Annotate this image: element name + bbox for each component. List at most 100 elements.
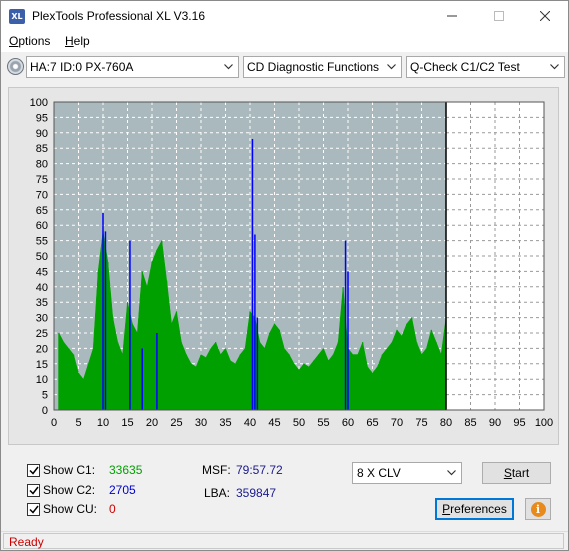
menu-options-label: ptions xyxy=(18,34,51,48)
y-tick-label: 55 xyxy=(36,236,48,248)
status-bar: Ready xyxy=(1,531,568,550)
c2-count: 2705 xyxy=(109,483,136,497)
y-tick-label: 40 xyxy=(36,282,48,294)
y-tick-label: 65 xyxy=(36,205,48,217)
y-tick-label: 50 xyxy=(36,251,48,263)
show-c2-checkbox[interactable]: Show C2: xyxy=(27,482,95,498)
y-tick-label: 15 xyxy=(36,359,48,371)
x-tick-label: 65 xyxy=(366,417,378,429)
minimize-button[interactable] xyxy=(429,1,475,31)
y-tick-label: 10 xyxy=(36,374,48,386)
x-tick-label: 40 xyxy=(244,417,256,429)
x-tick-label: 50 xyxy=(293,417,305,429)
x-tick-label: 30 xyxy=(195,417,207,429)
cu-count: 0 xyxy=(109,502,116,516)
title-bar: XL PlexTools Professional XL V3.16 xyxy=(1,1,568,31)
x-tick-label: 55 xyxy=(317,417,329,429)
x-tick-label: 0 xyxy=(51,417,57,429)
y-tick-label: 80 xyxy=(36,159,48,171)
y-tick-label: 75 xyxy=(36,174,48,186)
chevron-down-icon xyxy=(384,57,398,77)
y-tick-label: 90 xyxy=(36,128,48,140)
show-c2-label: Show C2: xyxy=(43,483,96,497)
close-button[interactable] xyxy=(522,1,568,31)
function-select-value: CD Diagnostic Functions xyxy=(247,60,380,74)
y-tick-label: 45 xyxy=(36,266,48,278)
x-tick-label: 60 xyxy=(342,417,354,429)
test-select-value: Q-Check C1/C2 Test xyxy=(410,60,520,74)
info-button[interactable]: i xyxy=(525,498,551,520)
preferences-label: references xyxy=(450,502,507,516)
status-text: Ready xyxy=(9,535,44,549)
speed-select-value: 8 X CLV xyxy=(357,466,401,480)
status-field: Ready xyxy=(3,533,564,549)
y-tick-label: 5 xyxy=(42,390,48,402)
x-tick-label: 90 xyxy=(489,417,501,429)
x-tick-label: 20 xyxy=(146,417,158,429)
x-tick-label: 75 xyxy=(415,417,427,429)
x-tick-label: 15 xyxy=(121,417,133,429)
window-title: PlexTools Professional XL V3.16 xyxy=(32,9,205,23)
menu-bar: Options Help xyxy=(1,31,568,52)
menu-options-accel: O xyxy=(9,34,19,48)
show-cu-label: Show CU: xyxy=(43,502,98,516)
chevron-down-icon xyxy=(221,57,235,77)
y-tick-label: 70 xyxy=(36,189,48,201)
close-icon xyxy=(540,11,550,21)
show-c1-label: Show C1: xyxy=(43,463,96,477)
minimize-icon xyxy=(447,15,457,17)
show-c1-checkbox[interactable]: Show C1: xyxy=(27,462,95,478)
x-tick-label: 25 xyxy=(170,417,182,429)
maximize-button[interactable] xyxy=(476,1,522,31)
x-tick-label: 35 xyxy=(219,417,231,429)
x-tick-label: 10 xyxy=(97,417,109,429)
x-tick-label: 85 xyxy=(464,417,476,429)
start-button[interactable]: Start xyxy=(482,462,551,484)
start-accel: S xyxy=(503,466,512,480)
x-tick-label: 80 xyxy=(440,417,452,429)
drive-select[interactable]: HA:7 ID:0 PX-760A xyxy=(26,56,239,78)
x-tick-label: 95 xyxy=(513,417,525,429)
plextools-logo-icon: XL xyxy=(9,9,25,24)
function-select[interactable]: CD Diagnostic Functions xyxy=(243,56,402,78)
info-icon: i xyxy=(530,501,546,517)
msf-value: 79:57.72 xyxy=(236,463,283,477)
disc-drive-icon xyxy=(7,58,24,75)
show-cu-checkbox[interactable]: Show CU: xyxy=(27,501,97,517)
checkbox-checked-icon xyxy=(27,483,40,497)
checkbox-checked-icon xyxy=(27,502,40,516)
y-tick-label: 20 xyxy=(36,343,48,355)
y-tick-label: 0 xyxy=(42,405,48,417)
y-tick-label: 25 xyxy=(36,328,48,340)
preferences-button[interactable]: Preferences xyxy=(435,498,514,520)
drive-select-value: HA:7 ID:0 PX-760A xyxy=(30,60,134,74)
msf-label: MSF: xyxy=(202,463,231,477)
preferences-accel: P xyxy=(442,502,451,516)
chevron-down-icon xyxy=(444,463,458,483)
start-label: tart xyxy=(511,466,530,480)
y-tick-label: 30 xyxy=(36,313,48,325)
checkbox-checked-icon xyxy=(27,463,40,477)
chart-panel: 100 95 90 85 80 75 70 65 60 55 50 45 40 35 30 25 20 15 10 5… xyxy=(8,87,559,445)
y-tick-label: 85 xyxy=(36,143,48,155)
menu-options[interactable]: Options xyxy=(9,34,50,48)
y-tick-label: 35 xyxy=(36,297,48,309)
menu-help[interactable]: Help xyxy=(65,34,90,48)
maximize-icon xyxy=(494,11,504,21)
app-window: XL PlexTools Professional XL V3.16 Optio… xyxy=(0,0,569,551)
y-tick-label: 95 xyxy=(36,112,48,124)
test-select[interactable]: Q-Check C1/C2 Test xyxy=(406,56,565,78)
x-tick-label: 100 xyxy=(535,417,553,429)
x-tick-label: 70 xyxy=(391,417,403,429)
c1-count: 33635 xyxy=(109,463,143,477)
speed-select[interactable]: 8 X CLV xyxy=(352,462,462,484)
toolbar: HA:7 ID:0 PX-760A CD Diagnostic Function… xyxy=(1,52,568,82)
results-panel: Show C1: Show C2: Show CU: 33635 2705 0 … xyxy=(1,451,568,531)
x-tick-label: 5 xyxy=(75,417,81,429)
y-tick-label: 100 xyxy=(30,97,48,109)
lba-value: 359847 xyxy=(236,486,277,500)
menu-help-label: elp xyxy=(73,34,90,48)
y-tick-label: 60 xyxy=(36,220,48,232)
lba-label: LBA: xyxy=(204,486,231,500)
menu-help-accel: H xyxy=(65,34,74,48)
